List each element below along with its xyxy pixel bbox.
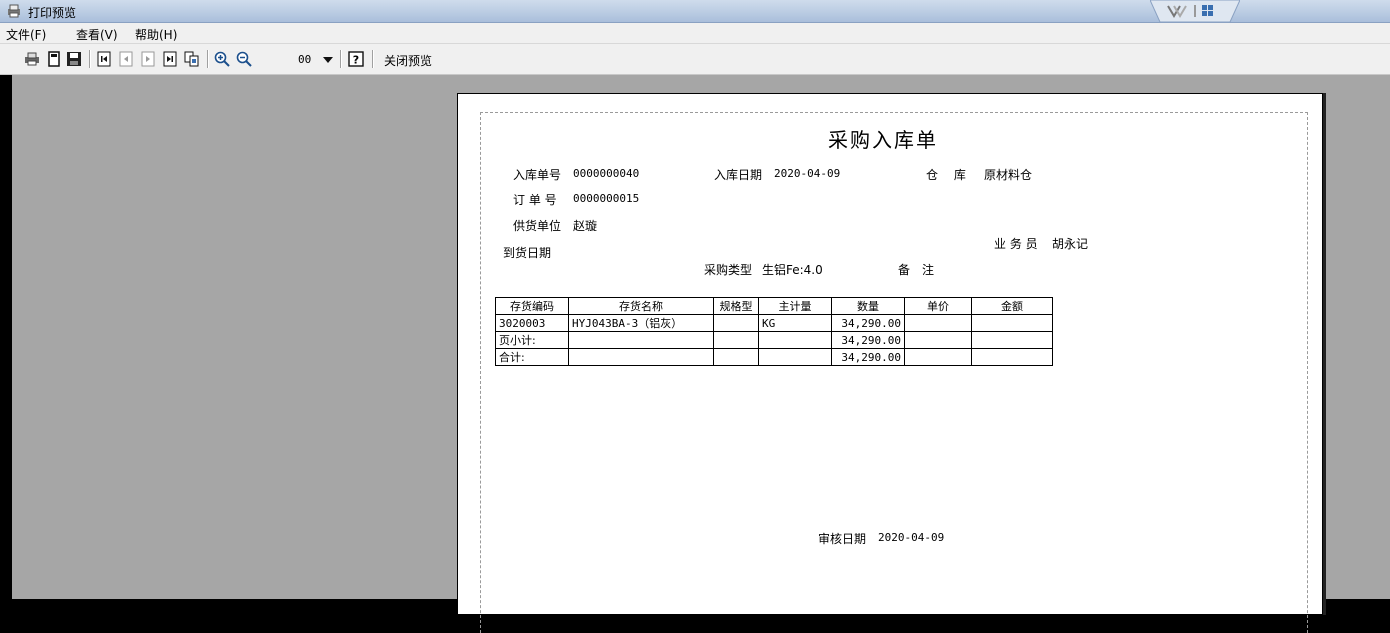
toolbar-separator bbox=[372, 50, 374, 68]
purchase-type-value: 生铝Fe:4.0 bbox=[762, 263, 823, 277]
window-title: 打印预览 bbox=[28, 6, 77, 20]
purchase-type-label: 采购类型 bbox=[704, 263, 753, 277]
warehouse-value: 原材料仓 bbox=[984, 168, 1033, 182]
audit-date-label: 审核日期 bbox=[818, 532, 867, 546]
prev-page-icon[interactable] bbox=[118, 51, 134, 67]
audit-date-value: 2020-04-09 bbox=[878, 531, 945, 544]
multi-page-icon[interactable] bbox=[184, 51, 200, 67]
cell-amount bbox=[971, 348, 1053, 366]
left-panel bbox=[0, 75, 12, 599]
table-row: 页小计: 34,290.00 bbox=[495, 331, 1053, 349]
supplier-label: 供货单位 bbox=[513, 219, 562, 233]
col-header: 规格型 bbox=[713, 297, 759, 315]
cell-price bbox=[904, 331, 972, 349]
receipt-date-value: 2020-04-09 bbox=[774, 167, 841, 180]
cell-qty: 34,290.00 bbox=[831, 331, 905, 349]
preview-workspace[interactable]: 采购入库单 入库单号 0000000040 入库日期 2020-04-09 仓 … bbox=[12, 75, 1390, 633]
title-bar: 打印预览 bbox=[0, 0, 1390, 23]
last-page-icon[interactable] bbox=[162, 51, 178, 67]
col-header: 存货编码 bbox=[495, 297, 569, 315]
corner-logo-widget[interactable] bbox=[1149, 0, 1241, 23]
zoom-value[interactable]: 00 bbox=[298, 53, 311, 66]
receipt-no-label: 入库单号 bbox=[513, 168, 562, 182]
col-header: 主计量 bbox=[758, 297, 832, 315]
cell-spec bbox=[713, 348, 759, 366]
col-header: 金额 bbox=[971, 297, 1053, 315]
receipt-no-value: 0000000040 bbox=[573, 167, 640, 180]
arrival-date-label: 到货日期 bbox=[503, 246, 552, 260]
printer-icon[interactable] bbox=[24, 51, 40, 67]
toolbar: 00 ? 关闭预览 bbox=[0, 44, 1390, 75]
col-header: 存货名称 bbox=[568, 297, 714, 315]
table-row: 3020003 HYJ043BA-3（铝灰） KG 34,290.00 bbox=[495, 314, 1053, 332]
cell-name bbox=[568, 348, 714, 366]
cell-price bbox=[904, 314, 972, 332]
cell-spec bbox=[713, 314, 759, 332]
remark-label: 备 注 bbox=[898, 263, 935, 277]
cell-amount bbox=[971, 331, 1053, 349]
first-page-icon[interactable] bbox=[96, 51, 112, 67]
next-page-icon[interactable] bbox=[140, 51, 156, 67]
cell-code: 合计: bbox=[495, 348, 569, 366]
menu-bar: 文件(F) 查看(V) 帮助(H) bbox=[0, 23, 1390, 44]
cell-unit: KG bbox=[758, 314, 832, 332]
cell-unit bbox=[758, 331, 832, 349]
help-icon[interactable]: ? bbox=[348, 51, 364, 67]
toolbar-separator bbox=[89, 50, 91, 68]
menu-view[interactable]: 查看(V) bbox=[76, 26, 118, 43]
order-no-label: 订 单 号 bbox=[513, 193, 557, 207]
page-setup-icon[interactable] bbox=[46, 51, 62, 67]
cell-qty: 34,290.00 bbox=[831, 314, 905, 332]
cell-price bbox=[904, 348, 972, 366]
cell-code: 3020003 bbox=[495, 314, 569, 332]
order-no-value: 0000000015 bbox=[573, 192, 640, 205]
warehouse-label: 仓 库 bbox=[926, 168, 966, 182]
menu-help[interactable]: 帮助(H) bbox=[135, 26, 177, 43]
col-header: 数量 bbox=[831, 297, 905, 315]
close-preview-button[interactable]: 关闭预览 bbox=[384, 52, 432, 69]
cell-amount bbox=[971, 314, 1053, 332]
toolbar-separator bbox=[340, 50, 342, 68]
cell-name: HYJ043BA-3（铝灰） bbox=[568, 314, 714, 332]
cell-code: 页小计: bbox=[495, 331, 569, 349]
printer-app-icon bbox=[6, 3, 22, 19]
supplier-value: 赵璇 bbox=[573, 219, 598, 233]
table-row: 合计: 34,290.00 bbox=[495, 348, 1053, 366]
toolbar-separator bbox=[207, 50, 209, 68]
receipt-date-label: 入库日期 bbox=[714, 168, 763, 182]
cell-name bbox=[568, 331, 714, 349]
col-header: 单价 bbox=[904, 297, 972, 315]
zoom-out-icon[interactable] bbox=[236, 51, 252, 67]
salesperson-label: 业 务 员 bbox=[994, 237, 1038, 251]
table-header-row: 存货编码 存货名称 规格型 主计量 数量 单价 金额 bbox=[495, 297, 1053, 315]
save-icon[interactable] bbox=[66, 51, 82, 67]
cell-qty: 34,290.00 bbox=[831, 348, 905, 366]
menu-file[interactable]: 文件(F) bbox=[6, 26, 46, 43]
salesperson-value: 胡永记 bbox=[1052, 237, 1089, 251]
zoom-in-icon[interactable] bbox=[214, 51, 230, 67]
cell-spec bbox=[713, 331, 759, 349]
document-title: 采购入库单 bbox=[828, 128, 938, 152]
dropdown-arrow-icon[interactable] bbox=[320, 51, 336, 67]
cell-unit bbox=[758, 348, 832, 366]
document-page: 采购入库单 入库单号 0000000040 入库日期 2020-04-09 仓 … bbox=[457, 93, 1323, 633]
page-margin-guide bbox=[480, 112, 1308, 633]
inventory-table: 存货编码 存货名称 规格型 主计量 数量 单价 金额 3020003 HYJ04… bbox=[495, 297, 1053, 366]
svg-text:?: ? bbox=[353, 54, 359, 67]
